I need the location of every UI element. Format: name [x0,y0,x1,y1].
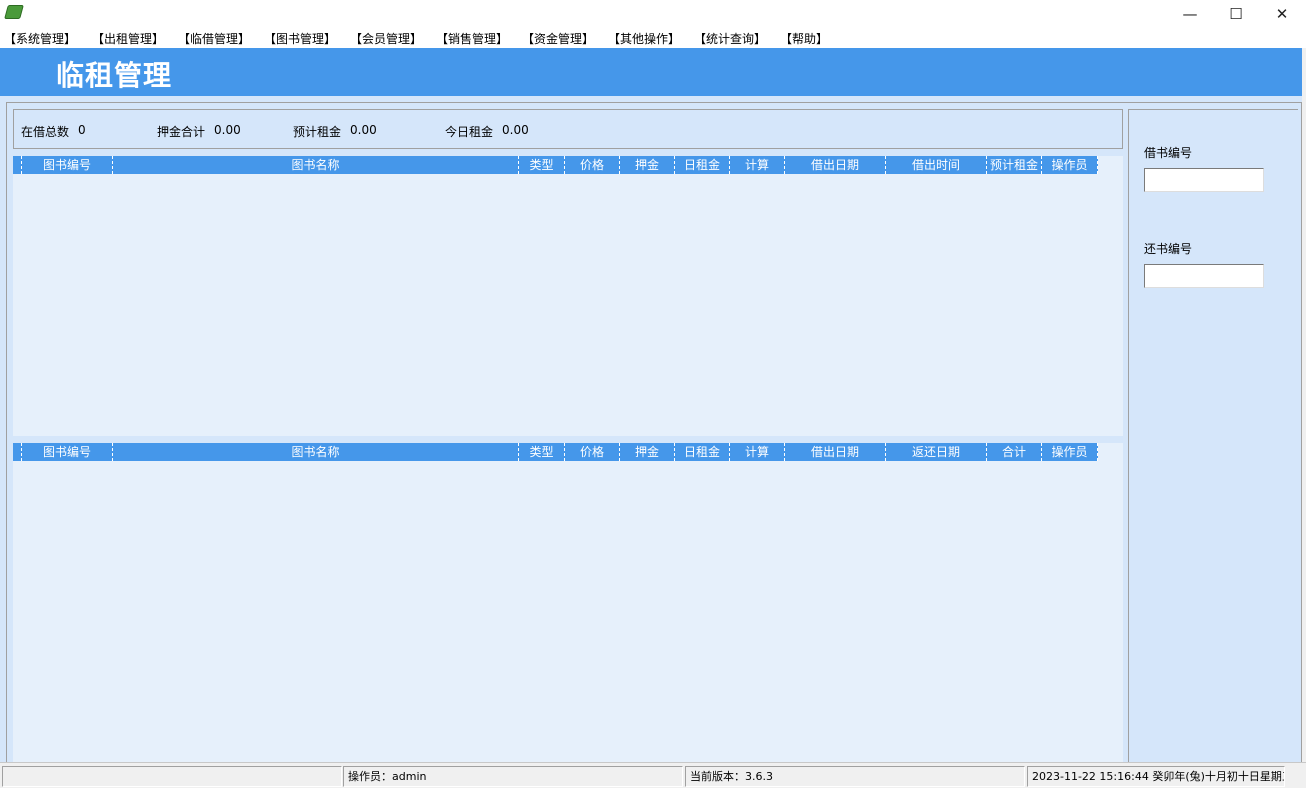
menu-members[interactable]: 【会员管理】 [344,30,430,48]
col-return-date[interactable]: 返还日期 [886,443,987,461]
menu-other[interactable]: 【其他操作】 [602,30,688,48]
menu-help[interactable]: 【帮助】 [774,30,860,48]
col-daily-rent[interactable]: 日租金 [675,156,730,174]
banner: 临租管理 [0,48,1302,96]
minimize-button[interactable]: — [1167,0,1213,28]
col-book-name[interactable]: 图书名称 [113,156,519,174]
col-calc[interactable]: 计算 [730,443,785,461]
summary-panel: 在借总数 0 押金合计 0.00 预计租金 0.00 今日租金 0.00 [13,109,1123,149]
grid-splitter[interactable] [13,436,1123,442]
menu-bar: 【系统管理】 【出租管理】 【临借管理】 【图书管理】 【会员管理】 【销售管理… [0,30,1306,48]
today-rent-value: 0.00 [502,123,529,137]
status-version: 当前版本：3.6.3 [685,766,1025,787]
menu-temp-borrow[interactable]: 【临借管理】 [172,30,258,48]
col-price[interactable]: 价格 [565,443,620,461]
col-type[interactable]: 类型 [519,443,565,461]
return-grid-header: 图书编号 图书名称 类型 价格 押金 日租金 计算 借出日期 返还日期 合计 操… [13,443,1098,461]
return-grid[interactable]: 图书编号 图书名称 类型 价格 押金 日租金 计算 借出日期 返还日期 合计 操… [13,443,1123,762]
col-operator[interactable]: 操作员 [1042,443,1098,461]
title-bar: — ☐ ✕ [0,0,1306,30]
today-rent-label: 今日租金 [445,125,494,139]
on-loan-label: 在借总数 [21,125,70,139]
col-book-id[interactable]: 图书编号 [22,156,113,174]
page-title: 临租管理 [56,59,173,92]
expected-rent-value: 0.00 [350,123,377,137]
right-panel: 借书编号 还书编号 [1128,109,1298,762]
menu-system[interactable]: 【系统管理】 [0,30,86,48]
col-type[interactable]: 类型 [519,156,565,174]
col-operator[interactable]: 操作员 [1042,156,1098,174]
status-operator: 操作员：admin [343,766,683,787]
col-calc[interactable]: 计算 [730,156,785,174]
maximize-button[interactable]: ☐ [1213,0,1259,28]
borrow-grid[interactable]: 图书编号 图书名称 类型 价格 押金 日租金 计算 借出日期 借出时间 预计租金… [13,156,1123,436]
borrow-id-input[interactable] [1144,168,1264,192]
col-total[interactable]: 合计 [987,443,1042,461]
col-book-name[interactable]: 图书名称 [113,443,519,461]
borrow-grid-header: 图书编号 图书名称 类型 价格 押金 日租金 计算 借出日期 借出时间 预计租金… [13,156,1098,174]
borrow-id-label: 借书编号 [1144,146,1193,160]
status-bar: 操作员：admin 当前版本：3.6.3 2023-11-22 15:16:44… [0,762,1306,788]
deposit-value: 0.00 [214,123,241,137]
col-book-id[interactable]: 图书编号 [22,443,113,461]
close-button[interactable]: ✕ [1259,0,1305,28]
deposit-label: 押金合计 [157,125,206,139]
col-borrow-time[interactable]: 借出时间 [886,156,987,174]
on-loan-value: 0 [78,123,86,137]
return-id-input[interactable] [1144,264,1264,288]
menu-rental[interactable]: 【出租管理】 [86,30,172,48]
status-panel-empty [2,766,342,787]
col-deposit[interactable]: 押金 [620,443,675,461]
row-indicator [13,443,22,461]
menu-sales[interactable]: 【销售管理】 [430,30,516,48]
return-id-label: 还书编号 [1144,242,1193,256]
menu-funds[interactable]: 【资金管理】 [516,30,602,48]
expected-rent-label: 预计租金 [293,125,342,139]
row-indicator [13,156,22,174]
window-edge [1302,48,1306,762]
app-book-icon [4,5,24,19]
menu-statistics[interactable]: 【统计查询】 [688,30,774,48]
col-borrow-date[interactable]: 借出日期 [785,156,886,174]
col-deposit[interactable]: 押金 [620,156,675,174]
status-datetime: 2023-11-22 15:16:44 癸卯年(兔)十月初十日星期三 [1027,766,1285,787]
col-price[interactable]: 价格 [565,156,620,174]
col-borrow-date[interactable]: 借出日期 [785,443,886,461]
col-daily-rent[interactable]: 日租金 [675,443,730,461]
menu-books[interactable]: 【图书管理】 [258,30,344,48]
col-expected-rent[interactable]: 预计租金 [987,156,1042,174]
